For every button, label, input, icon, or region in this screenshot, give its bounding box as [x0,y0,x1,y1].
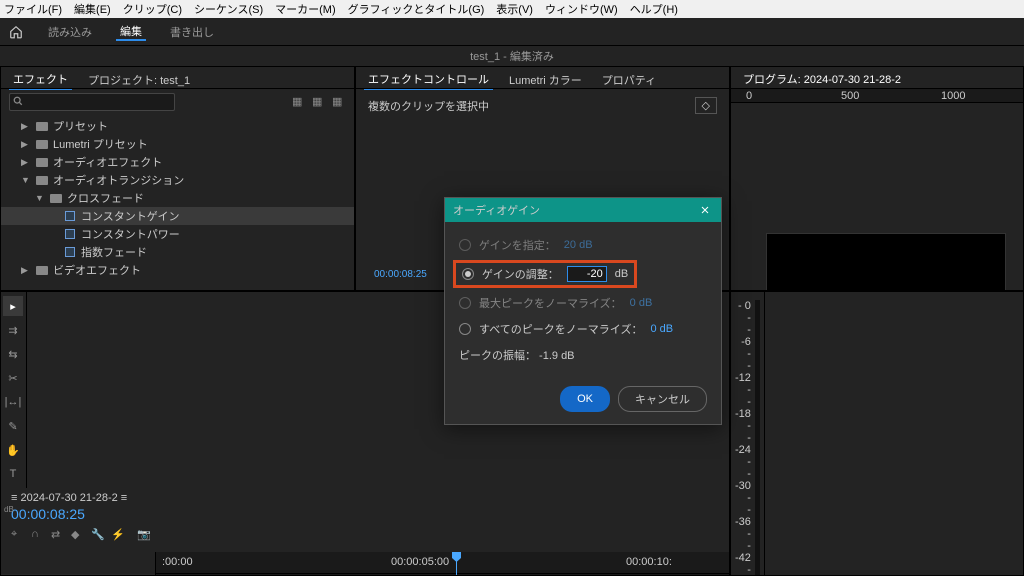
sequence-name[interactable]: ≡ 2024-07-30 21-28-2 ≡ [11,492,719,504]
tree-item[interactable]: ▼クロスフェード [1,189,354,207]
radio-normalize-max[interactable] [459,297,471,309]
cancel-button[interactable]: キャンセル [618,386,707,412]
tree-item[interactable]: コンスタントゲイン [1,207,354,225]
label-set-gain: ゲインを指定： [479,237,556,253]
search-icon [13,96,23,109]
program-video-frame [766,233,1006,291]
effects-tree: ▶プリセット▶Lumetri プリセット▶オーディオエフェクト▼オーディオトラン… [1,115,354,290]
tree-item[interactable]: コンスタントパワー [1,225,354,243]
keyframe-icon[interactable]: ◇ [695,97,717,114]
camera-icon[interactable]: 📷 [137,528,153,544]
audio-meter: - 0 -- -6 -- -12 -- -18 -- -24 -- -30 --… [731,292,765,576]
tree-item[interactable]: 指数フェード [1,243,354,261]
razor-tool[interactable]: ✂ [3,368,23,388]
tree-item[interactable]: ▶プリセット [1,117,354,135]
snap-icon[interactable]: ⌖ [11,528,27,544]
playhead[interactable] [456,552,457,576]
value-normalize-all[interactable]: 0 dB [650,323,685,335]
multi-clip-message: 複数のクリップを選択中 [368,98,489,114]
input-adjust-gain[interactable] [567,266,607,282]
tab-lumetri[interactable]: Lumetri カラー [505,70,586,90]
link-icon[interactable]: ⇄ [51,528,67,544]
effects-search[interactable] [9,93,175,111]
track-select-tool[interactable]: ⇉ [3,320,23,340]
menu-file[interactable]: ファイル(F) [4,1,62,17]
tree-item[interactable]: ▼オーディオトランジション [1,171,354,189]
type-tool[interactable]: T [3,464,23,484]
highlight-adjust-gain: ゲインの調整： dB [453,260,637,288]
radio-adjust-gain[interactable] [462,268,474,280]
preset-icon[interactable]: ▦ [292,95,306,109]
hand-tool[interactable]: ✋ [3,440,23,460]
unit-adjust-gain: dB [615,268,628,280]
settings-icon[interactable]: ⚡ [111,528,127,544]
wrench-icon[interactable]: 🔧 [91,528,107,544]
menu-view[interactable]: 表示(V) [496,1,533,17]
program-monitor: プログラム: 2024-07-30 21-28-2 0 500 1000 [730,66,1024,291]
tab-effects[interactable]: エフェクト [9,69,72,90]
timeline-toolbar: ▸ ⇉ ⇆ ✂ |↔| ✎ ✋ T [1,292,27,488]
nav-import[interactable]: 読み込み [44,24,96,40]
os-menubar: ファイル(F) 編集(E) クリップ(C) シーケンス(S) マーカー(M) グ… [0,0,1024,18]
menu-sequence[interactable]: シーケンス(S) [194,1,263,17]
nav-export[interactable]: 書き出し [166,24,218,40]
document-title: test_1 - 編集済み [0,46,1024,66]
menu-help[interactable]: ヘルプ(H) [630,1,678,17]
magnet-icon[interactable]: ∩ [31,528,47,544]
ripple-tool[interactable]: ⇆ [3,344,23,364]
tree-item[interactable]: ▶オーディオエフェクト [1,153,354,171]
ec-timecode[interactable]: 00:00:08:25 [364,263,437,286]
menu-clip[interactable]: クリップ(C) [123,1,182,17]
selection-tool[interactable]: ▸ [3,296,23,316]
preset-icon-2[interactable]: ▦ [312,95,326,109]
timeline-timecode[interactable]: 00:00:08:25 [11,504,719,524]
tab-properties[interactable]: プロパティ [598,70,660,90]
nav-edit[interactable]: 編集 [116,23,146,41]
menu-graphics[interactable]: グラフィックとタイトル(G) [348,1,485,17]
tab-program[interactable]: プログラム: 2024-07-30 21-28-2 [739,69,905,90]
dialog-title: オーディオゲイン [453,202,540,218]
workspace-nav: 読み込み 編集 書き出し [0,18,1024,46]
pen-tool[interactable]: ✎ [3,416,23,436]
menu-marker[interactable]: マーカー(M) [275,1,336,17]
label-normalize-max: 最大ピークをノーマライズ： [479,295,622,311]
right-bottom-panel: - 0 -- -6 -- -12 -- -18 -- -24 -- -30 --… [730,291,1024,576]
home-icon[interactable] [8,24,24,40]
radio-set-gain[interactable] [459,239,471,251]
meter-channel-l [755,300,760,576]
radio-normalize-all[interactable] [459,323,471,335]
timeline-tracks[interactable]: :00:00 00:00:05:00 00:00:10: [156,552,729,576]
marker-icon[interactable]: ◆ [71,528,87,544]
audio-gain-dialog: オーディオゲイン ゲインを指定： 20 dB ゲインの調整： dB 最大ピークを… [444,197,722,425]
value-set-gain[interactable]: 20 dB [564,239,599,251]
menu-window[interactable]: ウィンドウ(W) [545,1,618,17]
tab-project[interactable]: プロジェクト: test_1 [84,70,194,90]
tree-item[interactable]: ▶ビデオエフェクト [1,261,354,279]
preset-icon-3[interactable]: ▦ [332,95,346,109]
tab-effect-controls[interactable]: エフェクトコントロール [364,69,493,90]
peak-amplitude: ピークの振幅： -1.9 dB [459,347,575,363]
value-normalize-max[interactable]: 0 dB [630,297,665,309]
close-icon[interactable] [697,202,713,218]
label-normalize-all: すべてのピークをノーマライズ： [479,321,642,337]
tree-item[interactable]: ▶Lumetri プリセット [1,135,354,153]
program-ruler[interactable]: 0 500 1000 [731,89,1023,103]
menu-edit[interactable]: 編集(E) [74,1,111,17]
slip-tool[interactable]: |↔| [3,392,23,412]
label-adjust-gain: ゲインの調整： [482,266,559,282]
effects-panel: エフェクト プロジェクト: test_1 ▦ ▦ ▦ ▶プリセット▶Lumetr… [0,66,355,291]
timeline-ruler[interactable]: :00:00 00:00:05:00 00:00:10: [156,552,729,574]
ok-button[interactable]: OK [560,386,610,412]
